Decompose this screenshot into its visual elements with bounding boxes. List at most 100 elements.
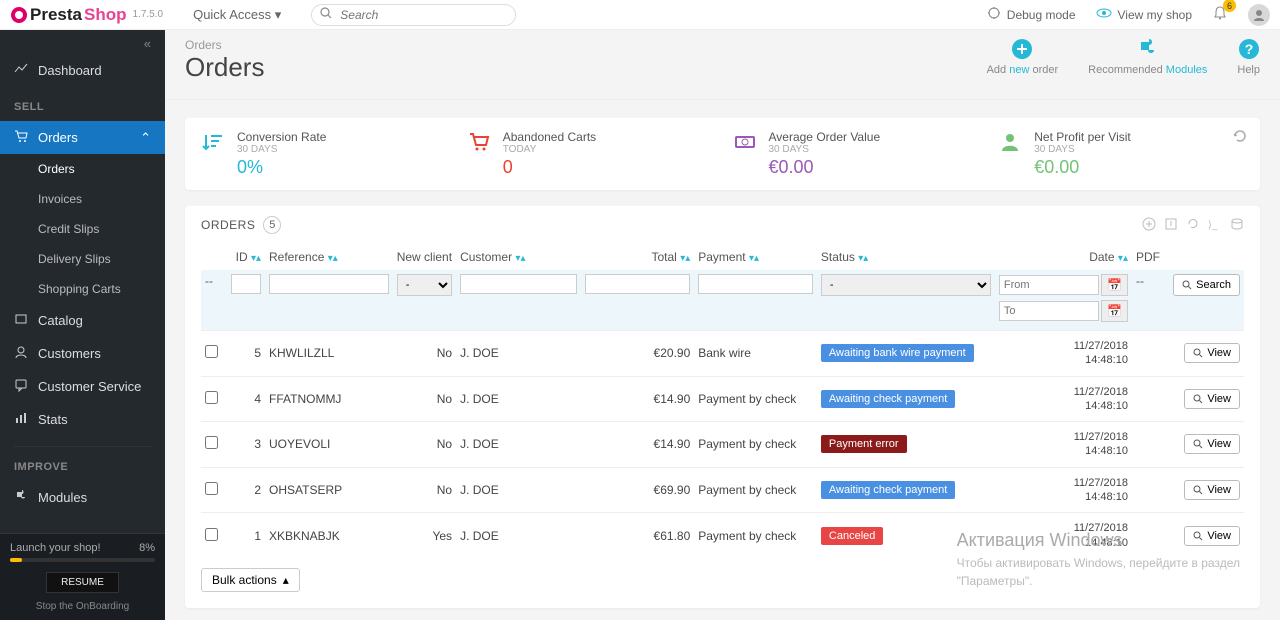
filter-id-input[interactable] — [231, 274, 261, 294]
table-row[interactable]: 5KHWLILZLLNoJ. DOE€20.90Bank wireAwaitin… — [201, 331, 1244, 377]
resume-button[interactable]: RESUME — [46, 572, 119, 593]
stat-abandoned-carts: Abandoned Carts TODAY 0 — [467, 130, 713, 178]
table-row[interactable]: 2OHSATSERPNoJ. DOE€69.90Payment by check… — [201, 467, 1244, 513]
filter-customer-input[interactable] — [460, 274, 577, 294]
search-button[interactable]: Search — [1173, 274, 1240, 296]
search-input[interactable] — [340, 8, 507, 22]
cell-total: €14.90 — [581, 376, 695, 422]
filter-total-input[interactable] — [585, 274, 691, 294]
sidebar-item-stats[interactable]: Stats — [0, 403, 165, 436]
view-button[interactable]: View — [1184, 434, 1240, 454]
sidebar-sub-orders[interactable]: Orders — [0, 154, 165, 184]
chevron-down-icon: ▾ — [275, 7, 282, 22]
export-icon[interactable] — [1164, 217, 1178, 234]
global-search[interactable] — [311, 4, 516, 26]
sidebar-item-catalog[interactable]: Catalog — [0, 304, 165, 337]
logo-icon — [10, 6, 28, 24]
notifications-bell[interactable]: 6 — [1212, 5, 1228, 24]
quick-access-dropdown[interactable]: Quick Access ▾ — [193, 7, 281, 23]
sidebar-item-customers[interactable]: Customers — [0, 337, 165, 370]
filter-date-from[interactable] — [999, 275, 1099, 295]
cell-ref: OHSATSERP — [265, 467, 393, 513]
sidebar-item-orders[interactable]: Orders ⌃ — [0, 121, 165, 154]
onboarding-panel: Launch your shop! 8% RESUME Stop the OnB… — [0, 533, 165, 620]
row-checkbox[interactable] — [205, 345, 218, 358]
sidebar-item-dashboard[interactable]: Dashboard — [0, 54, 165, 87]
stat-net-profit: Net Profit per Visit 30 DAYS €0.00 — [998, 130, 1244, 178]
add-icon[interactable] — [1142, 217, 1156, 234]
cell-pdf — [1132, 376, 1164, 422]
sidebar-sub-credit-slips[interactable]: Credit Slips — [0, 214, 165, 244]
stats-icon — [14, 411, 28, 428]
bulk-actions-dropdown[interactable]: Bulk actions ▴ — [201, 568, 300, 592]
chevron-up-icon: ⌃ — [140, 130, 151, 146]
sidebar-sub-shopping-carts[interactable]: Shopping Carts — [0, 274, 165, 304]
debug-mode-link[interactable]: Debug mode — [987, 6, 1076, 23]
sidebar-item-customer-service[interactable]: Customer Service — [0, 370, 165, 403]
calendar-icon[interactable]: 📅 — [1101, 300, 1128, 322]
recommended-modules-link[interactable]: Recommended Modules — [1088, 38, 1207, 76]
chat-icon — [14, 378, 28, 395]
sort-ref[interactable]: ▾▴ — [328, 253, 338, 264]
sort-status[interactable]: ▾▴ — [858, 253, 868, 264]
table-row[interactable]: 3UOYEVOLINoJ. DOE€14.90Payment by checkP… — [201, 422, 1244, 468]
table-row[interactable]: 1XKBKNABJKYesJ. DOE€61.80Payment by chec… — [201, 513, 1244, 558]
logo[interactable]: PrestaShop — [10, 5, 126, 25]
launch-label: Launch your shop! — [10, 542, 101, 554]
cell-customer: J. DOE — [456, 513, 581, 558]
refresh-icon[interactable] — [1186, 217, 1200, 234]
cell-id: 5 — [227, 331, 265, 377]
refresh-stats-button[interactable] — [1232, 128, 1248, 147]
cell-payment: Payment by check — [694, 422, 817, 468]
sidebar-collapse-button[interactable]: « — [0, 30, 165, 54]
view-button[interactable]: View — [1184, 343, 1240, 363]
view-button[interactable]: View — [1184, 389, 1240, 409]
table-row[interactable]: 4FFATNOMMJNoJ. DOE€14.90Payment by check… — [201, 376, 1244, 422]
filter-newclient-select[interactable]: - — [397, 274, 452, 296]
orders-list-title: ORDERS — [201, 218, 255, 232]
filter-payment-input[interactable] — [698, 274, 813, 294]
sidebar-item-modules[interactable]: Modules — [0, 481, 165, 514]
notification-count: 6 — [1223, 0, 1236, 12]
help-icon: ? — [1237, 38, 1260, 60]
sort-total[interactable]: ▾▴ — [680, 253, 690, 264]
stat-conversion-rate: Conversion Rate 30 DAYS 0% — [201, 130, 447, 178]
row-checkbox[interactable] — [205, 528, 218, 541]
cell-date: 11/27/201814:48:10 — [995, 467, 1132, 513]
view-shop-link[interactable]: View my shop — [1096, 5, 1192, 24]
row-checkbox[interactable] — [205, 482, 218, 495]
cell-date: 11/27/201814:48:10 — [995, 331, 1132, 377]
stop-onboarding-link[interactable]: Stop the OnBoarding — [10, 601, 155, 612]
db-icon[interactable] — [1230, 217, 1244, 234]
cell-ref: UOYEVOLI — [265, 422, 393, 468]
view-button[interactable]: View — [1184, 480, 1240, 500]
filter-ref-input[interactable] — [269, 274, 389, 294]
sort-payment[interactable]: ▾▴ — [749, 253, 759, 264]
help-link[interactable]: ? Help — [1237, 38, 1260, 76]
cell-payment: Bank wire — [694, 331, 817, 377]
filter-status-select[interactable]: - — [821, 274, 991, 296]
sort-date[interactable]: ▾▴ — [1118, 253, 1128, 264]
user-avatar[interactable] — [1248, 4, 1270, 26]
sort-id[interactable]: ▾▴ — [251, 253, 261, 264]
calendar-icon[interactable]: 📅 — [1101, 274, 1128, 296]
cell-id: 2 — [227, 467, 265, 513]
view-button[interactable]: View — [1184, 526, 1240, 546]
sidebar-sub-delivery-slips[interactable]: Delivery Slips — [0, 244, 165, 274]
sort-customer[interactable]: ▾▴ — [515, 253, 525, 264]
cell-id: 1 — [227, 513, 265, 558]
cell-newclient: No — [393, 376, 456, 422]
sidebar-section-sell: SELL — [0, 87, 165, 121]
chevron-double-left-icon: « — [144, 36, 151, 48]
sql-icon[interactable]: ⟩_ — [1208, 217, 1222, 234]
bug-icon — [987, 6, 1001, 23]
cell-date: 11/27/201814:48:10 — [995, 513, 1132, 558]
row-checkbox[interactable] — [205, 391, 218, 404]
row-checkbox[interactable] — [205, 436, 218, 449]
cell-ref: XKBKNABJK — [265, 513, 393, 558]
page-title: Orders — [185, 52, 264, 83]
cart-icon — [14, 129, 28, 146]
add-order-button[interactable]: Add new order — [987, 38, 1059, 76]
sidebar-sub-invoices[interactable]: Invoices — [0, 184, 165, 214]
filter-date-to[interactable] — [999, 301, 1099, 321]
